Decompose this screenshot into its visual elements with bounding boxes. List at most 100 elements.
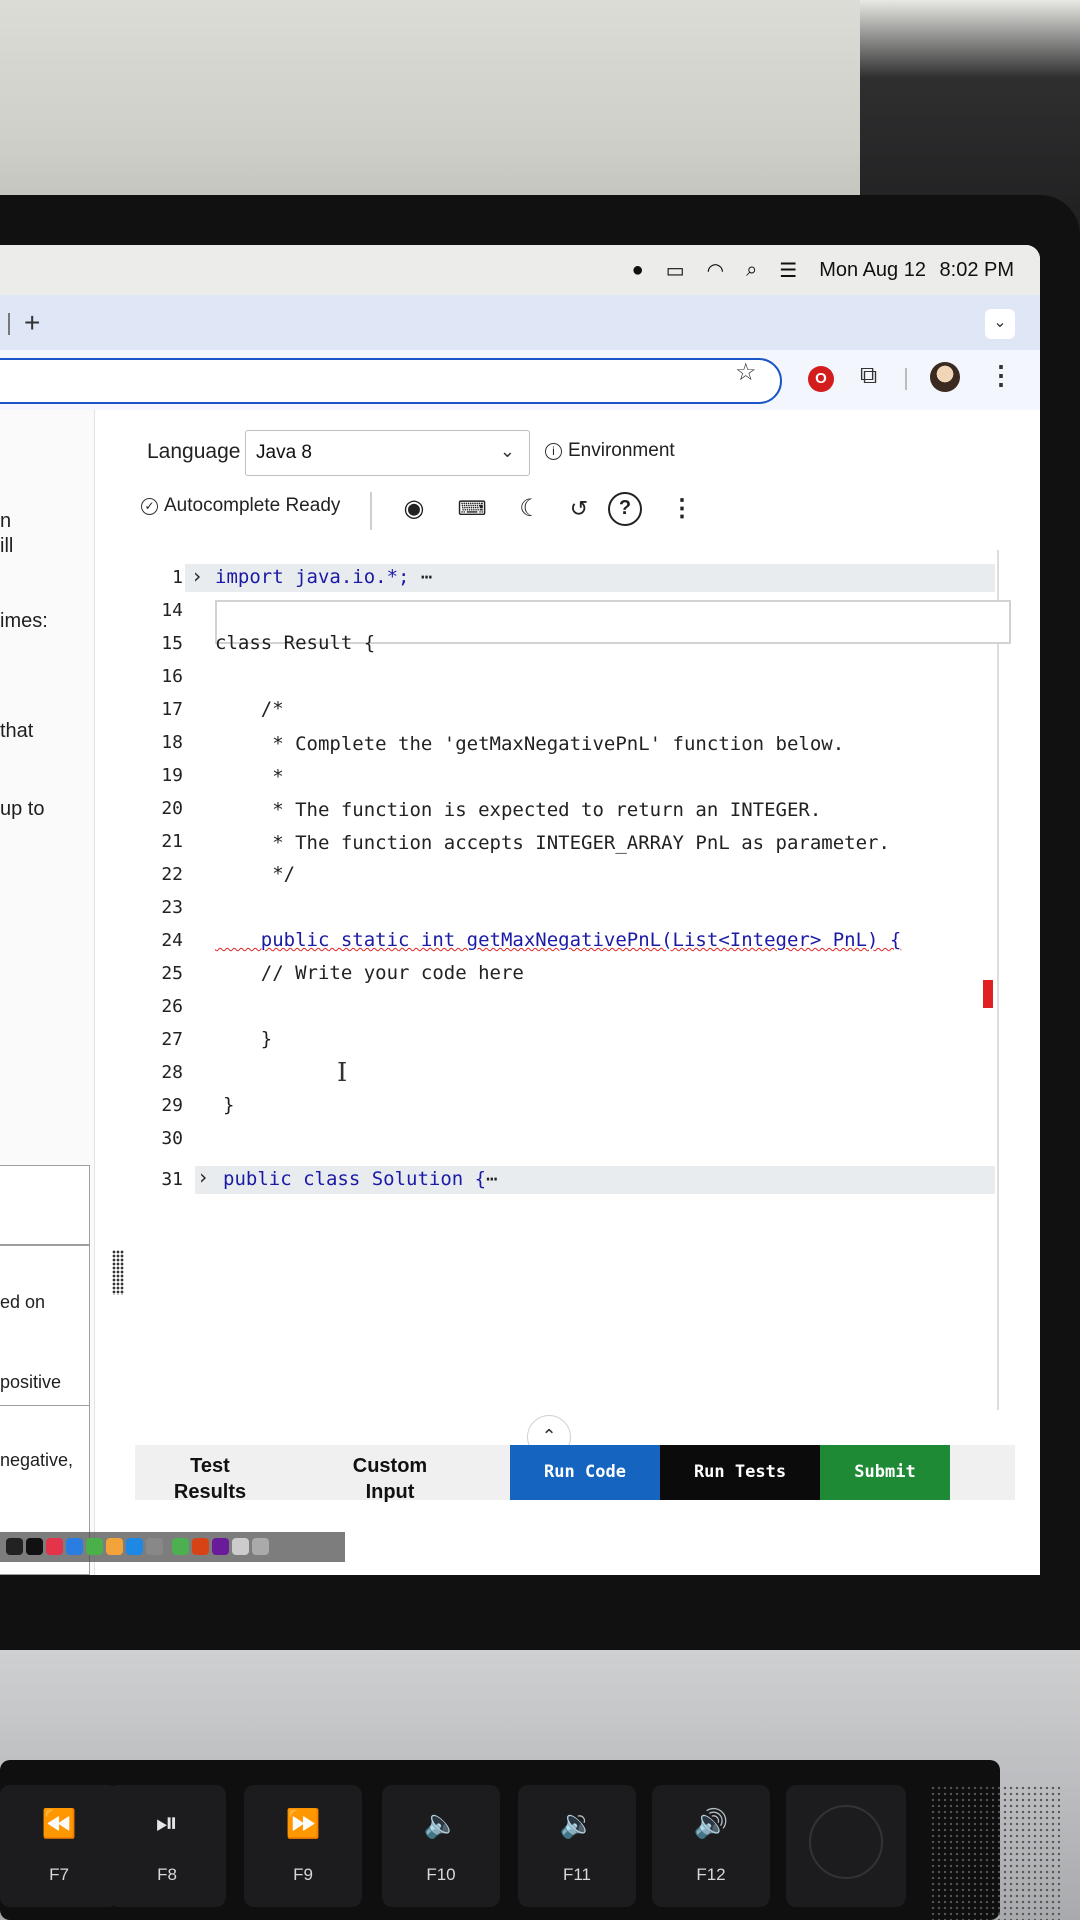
line-number: 17 [161,699,183,720]
battery-icon[interactable]: ▭ [666,258,685,283]
key-f10[interactable]: 🔈 F10 [382,1785,500,1907]
menu-bar-time: 8:02 PM [939,258,1014,281]
fold-chevron-icon[interactable]: › [197,1165,209,1189]
code-text: public class Solution { [223,1168,487,1190]
line-number: 1 [172,567,183,588]
key-label: F12 [696,1865,726,1884]
line-number: 16 [161,666,183,687]
key-label: F7 [49,1865,69,1884]
key-label: F9 [293,1865,313,1884]
line-number: 14 [161,600,183,621]
line-number: 20 [161,798,183,819]
environment-label: Environment [568,440,675,461]
help-icon[interactable]: ? [608,492,642,526]
panel-resize-handle[interactable] [112,1250,124,1295]
browser-menu-icon[interactable]: ⋮ [988,360,1014,391]
problem-text-fragment: positive [0,1372,62,1392]
language-select[interactable]: Java 8 ⌄ [245,430,530,476]
tab-test-results[interactable]: Test Results [155,1453,265,1505]
key-label: F10 [426,1865,456,1884]
moon-icon[interactable]: ☾ [513,492,547,526]
history-icon[interactable]: ↺ [562,492,596,526]
code-line: /* [215,698,284,720]
eye-icon[interactable]: ◉ [397,492,431,526]
autocomplete-status[interactable]: ✓ Autocomplete Ready [141,495,340,517]
dock-app-icon[interactable] [232,1538,249,1555]
code-editor-panel: Language Java 8 ⌄ i Environment ✓ Autocomp… [135,410,1015,1575]
address-bar[interactable] [0,358,782,404]
rewind-icon: ⏪ [41,1808,77,1839]
dock-app-icon[interactable] [126,1538,143,1555]
editor-scrollbar-track[interactable] [997,550,999,1410]
wifi-icon[interactable]: ◠ [707,258,724,283]
profile-avatar[interactable] [930,362,960,392]
fold-chevron-icon[interactable]: › [191,564,203,588]
dock-app-icon[interactable] [212,1538,229,1555]
play-pause-icon: ⏯ [155,1807,179,1838]
keyboard-icon[interactable]: ⌨ [455,492,489,526]
touch-id-sensor [809,1805,883,1879]
new-tab-button[interactable]: + [24,307,40,339]
dock-app-icon[interactable] [146,1538,163,1555]
key-f8[interactable]: ⏯ F8 [108,1785,226,1907]
speaker-grille [930,1785,1060,1920]
extension-badge-icon[interactable]: O [808,366,834,392]
toolbar-separator [905,368,907,390]
more-icon[interactable]: ⋮ [665,492,699,526]
language-label: Language [147,440,241,463]
problem-text-fragment: n [0,510,12,532]
key-f11[interactable]: 🔉 F11 [518,1785,636,1907]
submit-button[interactable]: Submit [820,1445,950,1500]
key-f7[interactable]: ⏪ F7 [0,1785,118,1907]
line-number: 27 [161,1029,183,1050]
code-editor[interactable]: 1 › import java.io.*; ⋯ 14 15 class Resu… [135,550,1015,1410]
browser-tab-strip: + ⌄ [0,295,1040,350]
environment-link[interactable]: i Environment [545,440,675,462]
dock-app-icon[interactable] [106,1538,123,1555]
volume-down-icon: 🔉 [559,1808,595,1839]
fold-ellipsis[interactable]: ⋯ [486,1168,497,1190]
code-line: * [215,766,284,788]
toolbar-divider [370,492,372,530]
line-number: 28 [161,1062,183,1083]
problem-text-fragment: imes: [0,610,48,632]
dock-app-icon[interactable] [172,1538,189,1555]
problem-text-fragment: up to [0,798,45,820]
line-number: 15 [161,633,183,654]
dock [0,1532,345,1562]
fast-forward-icon: ⏩ [285,1808,321,1839]
line-number: 18 [161,732,183,753]
line-number: 22 [161,864,183,885]
menu-bar-datetime[interactable]: Mon Aug 12 8:02 PM [819,259,1014,282]
run-code-button[interactable]: Run Code [510,1445,660,1500]
bookmark-star-icon[interactable]: ☆ [735,358,757,387]
dock-app-icon[interactable] [6,1538,23,1555]
line-number: 30 [161,1128,183,1149]
example-table [0,1165,90,1245]
dock-app-icon[interactable] [86,1538,103,1555]
control-center-icon[interactable]: ☰ [779,258,797,283]
line-number: 19 [161,765,183,786]
code-line: import java.io.*; ⋯ [215,566,432,588]
key-f9[interactable]: ⏩ F9 [244,1785,362,1907]
language-value: Java 8 [256,442,312,463]
line-number: 21 [161,831,183,852]
search-icon[interactable]: ⌕ [746,259,757,282]
tab-search-chevron-icon[interactable]: ⌄ [985,309,1015,339]
problem-text-fragment: negative, [0,1450,74,1470]
dock-app-icon[interactable] [26,1538,43,1555]
dock-app-icon[interactable] [66,1538,83,1555]
error-marker[interactable] [983,980,993,1008]
chevron-down-icon: ⌄ [499,441,515,461]
tab-custom-input[interactable]: Custom Input [335,1453,445,1505]
fold-ellipsis[interactable]: ⋯ [421,566,432,588]
extensions-puzzle-icon[interactable]: ⧉ [860,362,877,390]
key-f12[interactable]: 🔊 F12 [652,1785,770,1907]
dock-app-icon[interactable] [252,1538,269,1555]
run-tests-button[interactable]: Run Tests [660,1445,820,1500]
dock-app-icon[interactable] [46,1538,63,1555]
volume-up-icon: 🔊 [693,1808,729,1839]
dock-app-icon[interactable] [192,1538,209,1555]
apple-logo-icon[interactable]: ● [632,259,644,282]
touch-id-key[interactable] [786,1785,906,1907]
